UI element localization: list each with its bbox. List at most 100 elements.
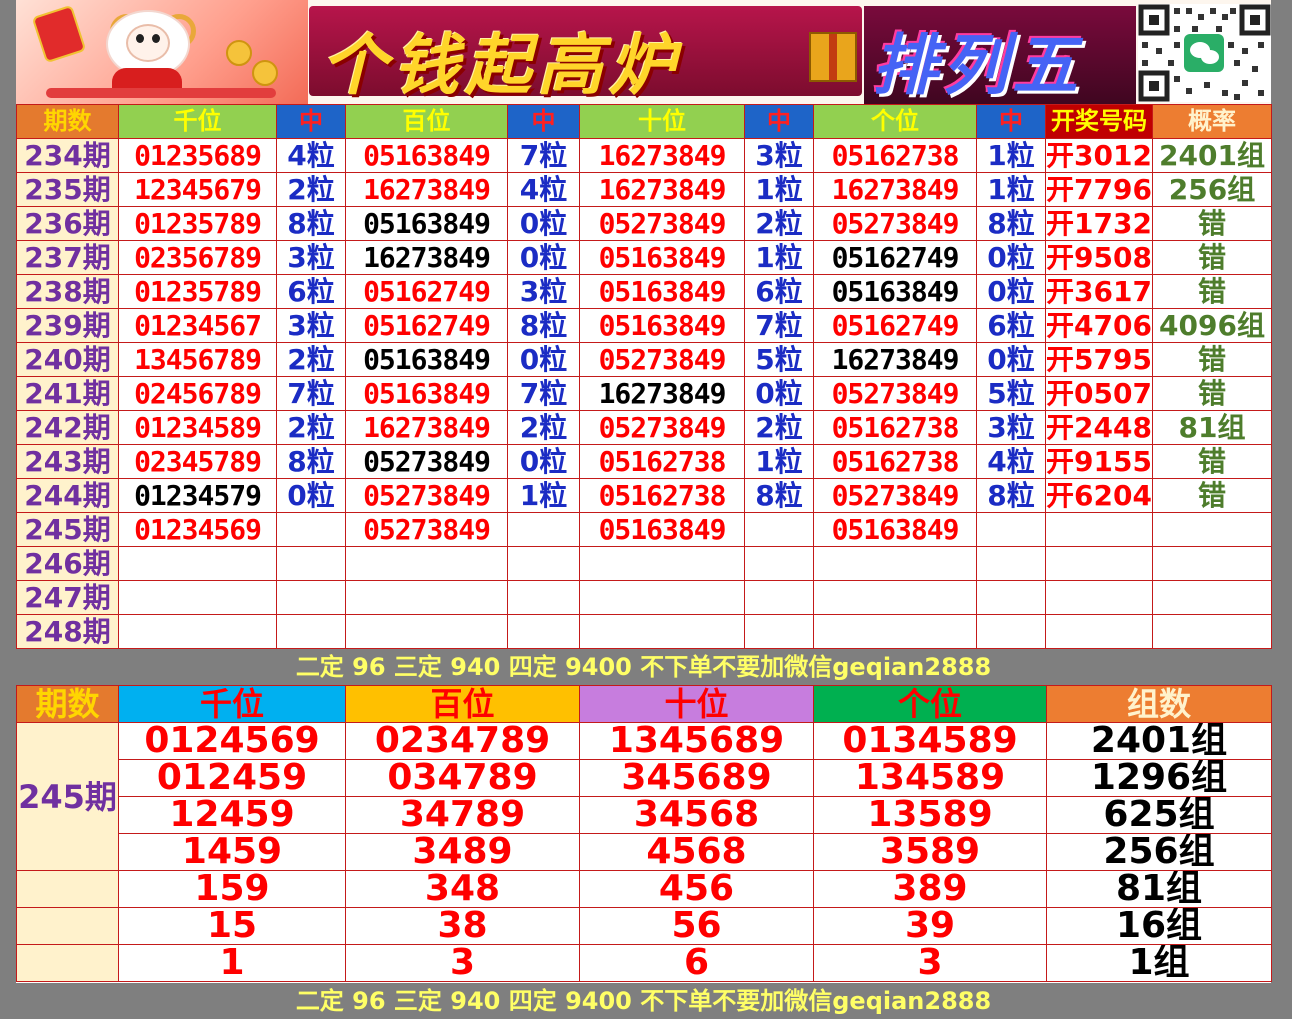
tens-hit-cell <box>744 614 814 649</box>
thousands-hit-cell: 4粒 <box>276 138 346 173</box>
table-row: 244期 01234579 0粒 05273849 1粒 05162738 8粒 052738… <box>16 478 1272 513</box>
header-issue: 期数 <box>16 685 119 723</box>
tens-cell: 16273849 <box>579 376 745 411</box>
hundreds-hit-cell: 4粒 <box>507 172 580 207</box>
group-count-cell: 1296组 <box>1046 759 1272 797</box>
title-banner: 个钱起高炉 <box>309 6 862 104</box>
hundreds-cell: 05163849 <box>345 206 508 241</box>
issue-cell-empty <box>16 870 119 908</box>
tens-hit-cell: 5粒 <box>744 342 814 377</box>
hundreds-hit-cell: 0粒 <box>507 342 580 377</box>
hundreds-hit-cell: 0粒 <box>507 444 580 479</box>
probability-cell: 81组 <box>1152 410 1272 445</box>
banner-subtitle: 排列五 <box>872 27 1082 104</box>
thousands-hit-cell <box>276 614 346 649</box>
probability-cell: 错 <box>1152 342 1272 377</box>
hundreds-cell <box>345 580 508 615</box>
tens-cell: 4568 <box>579 833 814 871</box>
thousands-cell: 012459 <box>118 759 346 797</box>
hundreds-cell: 0234789 <box>345 722 580 760</box>
hundreds-cell: 05273849 <box>345 444 508 479</box>
hundreds-cell: 05162749 <box>345 274 508 309</box>
probability-cell: 错 <box>1152 240 1272 275</box>
units-cell: 39 <box>813 907 1047 945</box>
issue-cell: 247期 <box>16 580 119 615</box>
units-hit-cell: 1粒 <box>976 172 1046 207</box>
table-row: 235期 12345679 2粒 16273849 4粒 16273849 1粒 162738… <box>16 172 1272 207</box>
group-count-cell: 625组 <box>1046 796 1272 834</box>
banner: 个钱起高炉 排列五 <box>16 0 1271 104</box>
units-hit-cell: 1粒 <box>976 138 1046 173</box>
table-row: 245期 01234569 05273849 05163849 05163849 <box>16 512 1272 547</box>
probability-cell: 错 <box>1152 206 1272 241</box>
probability-cell: 错 <box>1152 444 1272 479</box>
issue-cell: 246期 <box>16 546 119 581</box>
tens-hit-cell: 1粒 <box>744 240 814 275</box>
units-hit-cell <box>976 580 1046 615</box>
units-cell: 05163849 <box>813 512 977 547</box>
units-cell: 05162738 <box>813 410 977 445</box>
tens-cell: 05163849 <box>579 274 745 309</box>
units-cell: 16273849 <box>813 172 977 207</box>
units-cell <box>813 614 977 649</box>
units-cell: 16273849 <box>813 342 977 377</box>
table-row: 15 38 56 39 16组 <box>16 907 1272 945</box>
tens-cell: 456 <box>579 870 814 908</box>
units-cell: 134589 <box>813 759 1047 797</box>
tens-cell <box>579 614 745 649</box>
hundreds-hit-cell: 7粒 <box>507 376 580 411</box>
hundreds-hit-cell <box>507 512 580 547</box>
thousands-hit-cell: 2粒 <box>276 172 346 207</box>
tens-cell: 05162738 <box>579 478 745 513</box>
header-thousands: 千位 <box>118 104 277 139</box>
table-row: 238期 01235789 6粒 05162749 3粒 05163849 6粒 051638… <box>16 274 1272 309</box>
hundreds-hit-cell <box>507 580 580 615</box>
thousands-cell: 13456789 <box>118 342 277 377</box>
issue-cell: 238期 <box>16 274 119 309</box>
coin-icon <box>226 40 252 66</box>
hundreds-cell <box>345 614 508 649</box>
hundreds-cell: 05273849 <box>345 512 508 547</box>
units-hit-cell: 8粒 <box>976 478 1046 513</box>
header-draw-number: 开奖号码 <box>1045 104 1153 139</box>
tens-cell: 05163849 <box>579 240 745 275</box>
draw-number-cell: 开3012 <box>1045 138 1153 173</box>
tens-cell: 05273849 <box>579 410 745 445</box>
header-probability: 概率 <box>1152 104 1272 139</box>
probability-cell: 错 <box>1152 376 1272 411</box>
tens-cell: 16273849 <box>579 138 745 173</box>
units-cell: 05273849 <box>813 376 977 411</box>
thousands-hit-cell: 8粒 <box>276 206 346 241</box>
thousands-cell: 01234567 <box>118 308 277 343</box>
units-cell: 05162738 <box>813 138 977 173</box>
units-cell: 05163849 <box>813 274 977 309</box>
header-units: 个位 <box>813 104 977 139</box>
header-group-count: 组数 <box>1046 685 1272 723</box>
hundreds-hit-cell: 2粒 <box>507 410 580 445</box>
draw-number-cell: 开9508 <box>1045 240 1153 275</box>
hundreds-hit-cell: 3粒 <box>507 274 580 309</box>
thousands-hit-cell <box>276 512 346 547</box>
prediction-history-table: 期数 千位 中 百位 中 十位 中 个位 中 开奖号码 概率 234期 01235… <box>16 104 1272 649</box>
table-row: 239期 01234567 3粒 05162749 8粒 05163849 7粒 051627… <box>16 308 1272 343</box>
skateboard-icon <box>46 88 276 98</box>
probability-cell: 错 <box>1152 478 1272 513</box>
units-hit-cell: 8粒 <box>976 206 1046 241</box>
hundreds-hit-cell: 0粒 <box>507 240 580 275</box>
tens-cell: 345689 <box>579 759 814 797</box>
units-hit-cell <box>976 512 1046 547</box>
draw-number-cell: 开4706 <box>1045 308 1153 343</box>
table-row: 242期 01234589 2粒 16273849 2粒 05273849 2粒 051627… <box>16 410 1272 445</box>
hundreds-hit-cell: 1粒 <box>507 478 580 513</box>
thousands-hit-cell: 7粒 <box>276 376 346 411</box>
probability-cell: 2401组 <box>1152 138 1272 173</box>
thousands-cell: 01234589 <box>118 410 277 445</box>
probability-cell: 4096组 <box>1152 308 1272 343</box>
units-cell: 3589 <box>813 833 1047 871</box>
thousands-hit-cell <box>276 580 346 615</box>
thousands-cell: 02456789 <box>118 376 277 411</box>
table-row: 236期 01235789 8粒 05163849 0粒 05273849 2粒 052738… <box>16 206 1272 241</box>
table-row: 1459 3489 4568 3589 256组 <box>17 833 1272 871</box>
units-hit-cell: 0粒 <box>976 240 1046 275</box>
table-row: 240期 13456789 2粒 05163849 0粒 05273849 5粒 162738… <box>16 342 1272 377</box>
